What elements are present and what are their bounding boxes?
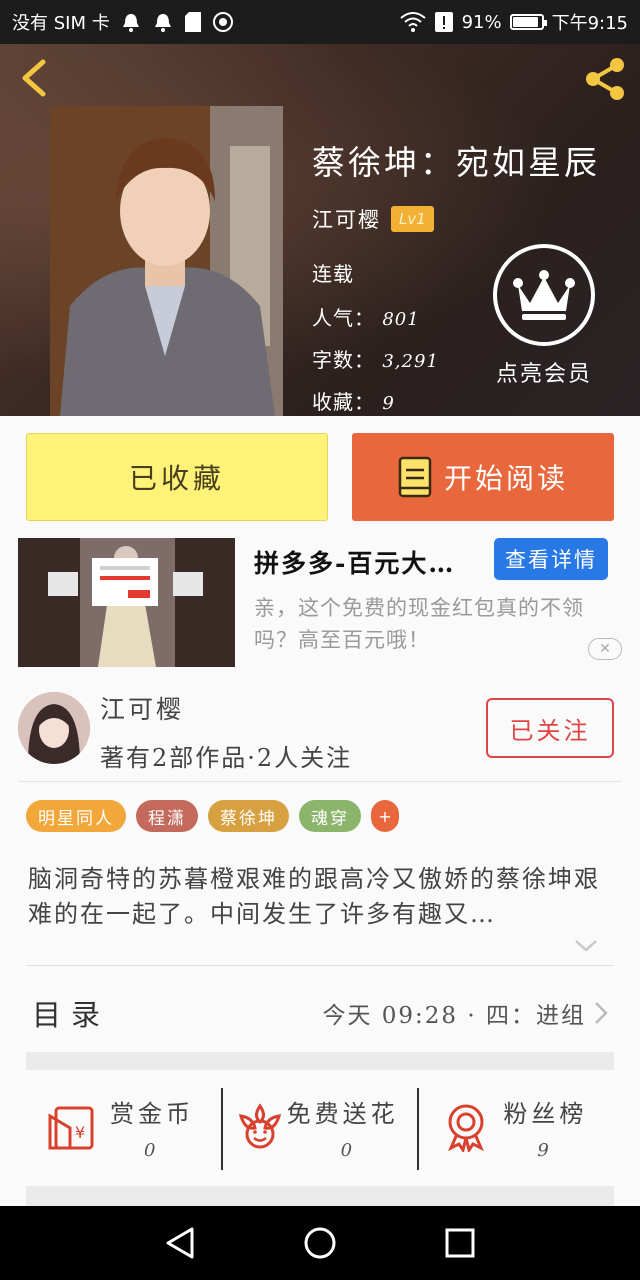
triangle-back-icon bbox=[166, 1227, 194, 1259]
author-stats: 著有2部作品·2人关注 bbox=[100, 744, 353, 772]
fan-ranking-count: 9 bbox=[537, 1140, 549, 1161]
latest-chapter: 今天 09:28 · 四：进组 bbox=[322, 1003, 586, 1029]
favorites-row: 收藏： 9 bbox=[312, 386, 395, 415]
add-tag-button[interactable]: + bbox=[371, 800, 399, 832]
reward-coin-button[interactable]: ¥ 赏金币 0 bbox=[26, 1088, 221, 1170]
tag-item[interactable]: 蔡徐坤 bbox=[208, 800, 289, 832]
level-badge: Lv1 bbox=[391, 206, 434, 232]
word-count-label: 字数： bbox=[312, 348, 375, 372]
book-cover-image[interactable] bbox=[50, 106, 283, 416]
fan-ranking-label: 粉丝榜 bbox=[503, 1100, 588, 1128]
vip-member-button[interactable]: 点亮会员 bbox=[488, 244, 600, 388]
notification-icon-2 bbox=[152, 11, 174, 33]
battery-icon bbox=[509, 14, 547, 30]
alert-icon bbox=[434, 11, 454, 33]
reward-actions: ¥ 赏金币 0 免费送花 0 粉丝榜 9 bbox=[26, 1088, 614, 1170]
author-avatar[interactable] bbox=[18, 692, 90, 764]
favorites-label: 收藏： bbox=[312, 390, 375, 414]
tag-item[interactable]: 程潇 bbox=[136, 800, 198, 832]
ad-description: 亲，这个免费的现金红包真的不领吗？高至百元哦！ bbox=[254, 596, 584, 652]
system-nav-bar bbox=[0, 1206, 640, 1280]
free-flower-button[interactable]: 免费送花 0 bbox=[220, 1088, 418, 1170]
section-separator bbox=[26, 1052, 614, 1070]
member-label: 点亮会员 bbox=[495, 362, 592, 387]
notification-icon bbox=[120, 11, 142, 33]
sd-card-icon bbox=[184, 11, 202, 33]
book-icon bbox=[398, 456, 432, 498]
tag-list: 明星同人 程潇 蔡徐坤 魂穿 + bbox=[26, 800, 399, 832]
catalog-label: 目录 bbox=[32, 998, 111, 1032]
chevron-down-icon[interactable] bbox=[572, 936, 600, 956]
header-author-name[interactable]: 江可樱 bbox=[312, 204, 381, 234]
reward-coin-count: 0 bbox=[144, 1140, 156, 1161]
followed-button[interactable]: 已关注 bbox=[486, 698, 614, 758]
nav-back-button[interactable] bbox=[160, 1223, 200, 1263]
start-reading-button[interactable]: 开始阅读 bbox=[352, 433, 614, 521]
square-recents-icon bbox=[445, 1228, 475, 1258]
ad-banner[interactable]: 拼多多-百元大… 查看详情 亲，这个免费的现金红包真的不领吗？高至百元哦！ ✕ bbox=[18, 538, 622, 668]
reward-coin-label: 赏金币 bbox=[110, 1100, 194, 1128]
tag-item[interactable]: 魂穿 bbox=[299, 800, 361, 832]
author-name[interactable]: 江可樱 bbox=[100, 690, 184, 726]
medal-icon bbox=[448, 1104, 485, 1152]
catalog-row[interactable]: 目录 今天 09:28 · 四：进组 bbox=[26, 980, 614, 1042]
nav-recents-button[interactable] bbox=[440, 1223, 480, 1263]
status-bar: 没有 SIM 卡 91% 下午9:15 bbox=[0, 0, 640, 44]
share-icon bbox=[586, 58, 624, 100]
popularity-value: 801 bbox=[382, 309, 420, 330]
collected-button[interactable]: 已收藏 bbox=[26, 433, 328, 521]
share-button[interactable] bbox=[580, 54, 630, 104]
synopsis-text[interactable]: 脑洞奇特的苏暮橙艰难的跟高冷又傲娇的蔡徐坤艰难的在一起了。中间发生了许多有趣又… bbox=[28, 862, 616, 932]
divider bbox=[26, 965, 614, 966]
ad-image[interactable] bbox=[18, 538, 235, 667]
ad-close-button[interactable]: ✕ bbox=[588, 638, 622, 660]
ad-title[interactable]: 拼多多-百元大… bbox=[254, 544, 484, 580]
back-arrow-icon bbox=[22, 59, 46, 97]
word-count-value: 3,291 bbox=[382, 351, 439, 372]
author-card[interactable]: 江可樱 著有2部作品·2人关注 已关注 bbox=[18, 686, 622, 782]
book-title: 蔡徐坤：宛如星辰 bbox=[312, 143, 600, 182]
book-detail-screen: 没有 SIM 卡 91% 下午9:15 蔡徐坤：宛如星辰 江可樱 Lv1 连载 … bbox=[0, 0, 640, 1280]
nav-home-button[interactable] bbox=[300, 1223, 340, 1263]
tag-item[interactable]: 明星同人 bbox=[26, 800, 126, 832]
serial-status: 连载 bbox=[312, 262, 354, 286]
crown-icon bbox=[493, 244, 595, 346]
battery-percent: 91% bbox=[461, 11, 502, 33]
svg-text:¥: ¥ bbox=[75, 1123, 85, 1142]
popularity-row: 人气： 801 bbox=[312, 302, 420, 331]
chevron-right-icon bbox=[592, 1000, 610, 1030]
favorites-value: 9 bbox=[382, 393, 395, 414]
section-separator-bottom bbox=[26, 1186, 614, 1206]
close-icon: ✕ bbox=[599, 641, 611, 657]
coin-envelope-icon: ¥ bbox=[48, 1106, 94, 1150]
flower-icon bbox=[238, 1103, 281, 1149]
fan-ranking-button[interactable]: 粉丝榜 9 bbox=[417, 1088, 614, 1170]
free-flower-label: 免费送花 bbox=[286, 1100, 399, 1128]
free-flower-count: 0 bbox=[340, 1140, 353, 1161]
wifi-icon bbox=[399, 12, 426, 32]
circle-home-icon bbox=[304, 1227, 336, 1259]
header-author-row: 江可樱 Lv1 bbox=[312, 204, 434, 234]
start-reading-label: 开始阅读 bbox=[443, 462, 568, 495]
location-icon bbox=[212, 11, 236, 33]
clock: 下午9:15 bbox=[551, 13, 628, 34]
back-button[interactable] bbox=[14, 56, 54, 100]
book-header: 蔡徐坤：宛如星辰 江可樱 Lv1 连载 人气： 801 字数： 3,291 收藏… bbox=[0, 44, 640, 416]
carrier-text: 没有 SIM 卡 bbox=[12, 13, 110, 34]
popularity-label: 人气： bbox=[312, 306, 375, 330]
ad-view-detail-button[interactable]: 查看详情 bbox=[494, 538, 608, 580]
word-count-row: 字数： 3,291 bbox=[312, 344, 439, 373]
